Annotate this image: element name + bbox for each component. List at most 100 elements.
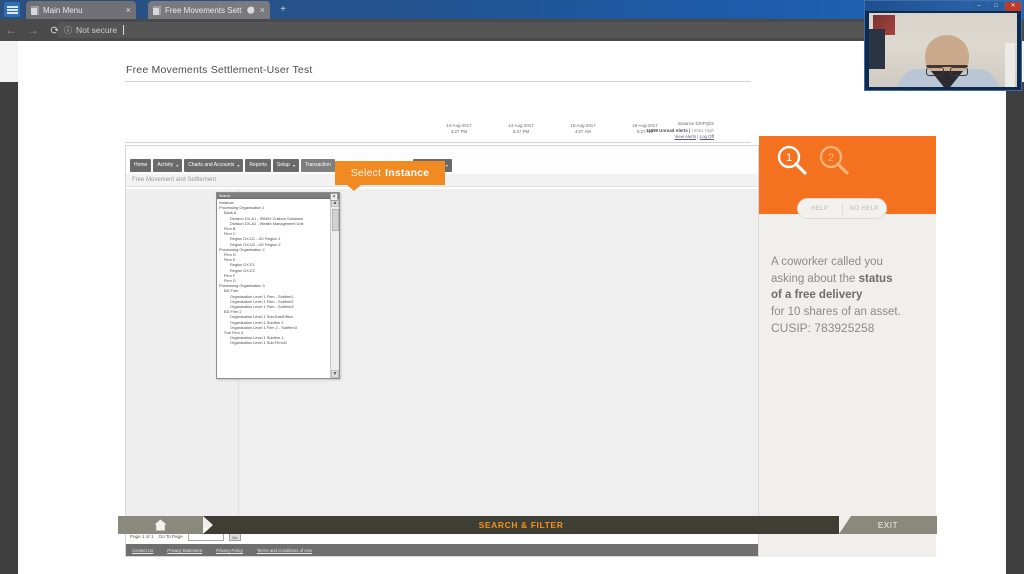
nav-tab-reports[interactable]: Reports (245, 158, 271, 172)
nav-tab-transaction[interactable]: Transaction (300, 158, 335, 172)
instance-select-listbox[interactable]: Search Instance Processing Organisation 1… (216, 192, 340, 379)
browser-tab-free-movements[interactable]: Free Movements Sett ⬤̸ × (148, 1, 270, 19)
svg-text:1: 1 (786, 152, 792, 164)
nav-tab-label: Charts and Accounts (188, 162, 235, 168)
scrollbar-thumb[interactable] (332, 209, 339, 231)
home-button[interactable] (118, 516, 203, 534)
page-indicator: Page 1 of 1 (130, 534, 154, 539)
browser-tab-main-menu[interactable]: Main Menu × (26, 1, 136, 19)
close-icon[interactable]: × (260, 5, 265, 15)
nav-tab-home[interactable]: Home (130, 158, 152, 172)
audio-mute-icon[interactable]: ⬤̸ (247, 6, 255, 14)
link-separator: | (689, 127, 691, 133)
nav-tab-activity[interactable]: Activity ▾ (153, 158, 183, 172)
screen-root: Main Menu × Free Movements Sett ⬤̸ × + ←… (0, 0, 1024, 574)
help-line-2: asking about the status (771, 271, 926, 288)
info-circle-icon: ⓘ (64, 25, 72, 35)
view-alerts-link[interactable]: View Alerts (674, 134, 696, 139)
webcam-overlay-window[interactable]: – □ ✕ (864, 0, 1022, 91)
help-line-3-bold: of a free delivery (771, 289, 863, 301)
timestamp-item: 14-Aug-2017 5:27 PM (500, 123, 542, 135)
page-viewport: Free Movements Settlement-User Test 14-A… (0, 41, 1024, 574)
help-line-4: for 10 shares of an asset. (771, 305, 901, 318)
footer-link-privacy-policy[interactable]: Privacy Policy (216, 548, 243, 553)
bottom-action-bar: SEARCH & FILTER EXIT (118, 516, 937, 534)
help-toggle[interactable]: HELP NO HELP (797, 198, 887, 219)
timestamp-time: 5:27 PM (512, 128, 530, 134)
tab-favicon-icon (31, 5, 39, 15)
chevron-down-icon: ▾ (445, 162, 448, 168)
search-and-filter-button[interactable]: SEARCH & FILTER (203, 516, 839, 534)
exit-button[interactable]: EXIT (839, 516, 937, 534)
listbox-items[interactable]: Instance Processing Organisation 1 Bank AD… (217, 199, 330, 378)
footer-link-contact-us[interactable]: Contact Us (132, 548, 153, 553)
instance-info: Instance DXIPQ02 11599 Unread Alerts | 1… (646, 121, 714, 141)
footer-link-terms[interactable]: Terms and Conditions of Use (257, 548, 312, 553)
footer-links: Contact Us Privacy Statement Privacy Pol… (126, 544, 758, 556)
page-content: Free Movements Settlement-User Test 14-A… (18, 41, 1006, 574)
nav-tab-label: Activity (157, 162, 174, 168)
timestamp-row: 14-Aug-2017 4:27 PM 14-Aug-2017 5:27 PM … (438, 123, 666, 135)
close-icon[interactable]: ✕ (330, 193, 338, 201)
text-caret (123, 25, 125, 35)
close-icon[interactable]: × (126, 5, 131, 15)
svg-text:2: 2 (828, 152, 834, 164)
chair (869, 29, 885, 69)
help-sidebar: 1 2 HELP NO HELP A coworker called you a… (759, 136, 936, 557)
magnifier-icon-2[interactable]: 2 (817, 144, 851, 178)
viewport-left-edge (0, 82, 18, 574)
maximize-icon[interactable]: □ (988, 1, 1004, 11)
application-frame: Home Activity ▾ Charts and Accounts ▾ Re… (125, 145, 759, 557)
cusip-value: CUSIP: 783925258 (771, 321, 875, 335)
security-label: Not secure (76, 25, 118, 35)
minimize-icon[interactable]: – (971, 1, 987, 11)
high-alerts-count: 16051 High (691, 127, 714, 133)
tab-favicon-icon (153, 5, 161, 15)
tab-title: Main Menu (43, 5, 83, 15)
close-icon[interactable]: ✕ (1005, 1, 1021, 11)
listbox-scrollbar[interactable]: ▲ ▼ (330, 199, 339, 378)
home-icon (154, 519, 167, 531)
callout-bold-text: Instance (385, 167, 430, 179)
chrome-menu-icon[interactable] (4, 2, 20, 17)
timestamp-time: 4:27 AM (574, 128, 592, 134)
nav-tab-label: Home (134, 162, 148, 168)
viewport-right-edge (1006, 82, 1024, 574)
help-body-text: A coworker called you asking about the s… (771, 254, 926, 320)
timestamp-time: 4:27 PM (450, 128, 468, 134)
title-divider (125, 81, 751, 82)
scroll-down-icon[interactable]: ▼ (331, 370, 339, 378)
help-toggle-off[interactable]: NO HELP (842, 206, 886, 212)
chevron-down-icon: ▾ (292, 162, 295, 168)
footer-link-privacy-statement[interactable]: Privacy Statement (167, 548, 202, 553)
nav-tab-label: Reports (249, 162, 267, 168)
link-separator: | (697, 134, 699, 140)
tab-title: Free Movements Sett (165, 5, 242, 15)
back-button[interactable]: ← (0, 23, 22, 37)
forward-button[interactable]: → (22, 23, 44, 37)
log-off-link[interactable]: Log Off (700, 134, 714, 139)
monitor-edge (1005, 43, 1015, 87)
page-title: Free Movements Settlement-User Test (126, 64, 313, 76)
unread-alerts-count: 11599 Unread Alerts (646, 127, 688, 133)
new-tab-button[interactable]: + (276, 4, 290, 16)
listbox-item[interactable]: Organisation Level 1 Sub-Firm41 (218, 340, 330, 345)
timestamp-item: 15-Aug-2017 4:27 AM (562, 123, 604, 135)
webcam-video-feed (869, 13, 1017, 87)
instance-links: View Alerts | Log Off (646, 134, 714, 141)
nav-tab-setup[interactable]: Setup ▾ (272, 158, 299, 172)
help-toggle-on[interactable]: HELP (798, 206, 842, 212)
help-line-3: of a free delivery (771, 287, 926, 304)
magnifier-icon-1[interactable]: 1 (775, 144, 809, 178)
webcam-titlebar[interactable]: – □ ✕ (865, 1, 1021, 11)
nav-tab-label: Setup (276, 162, 290, 168)
instance-label: Instance DXIPQ02 (677, 121, 714, 126)
chevron-down-icon: ▾ (176, 162, 179, 168)
glasses (926, 65, 968, 76)
select-instance-callout: Select Instance (335, 161, 445, 191)
callout-light-text: Select (350, 167, 382, 179)
help-line-1: A coworker called you (771, 256, 883, 268)
help-line-2-bold: status (858, 272, 893, 285)
alerts-summary: 11599 Unread Alerts | 16051 High (646, 128, 714, 135)
nav-tab-charts-and-accounts[interactable]: Charts and Accounts ▾ (184, 158, 244, 172)
